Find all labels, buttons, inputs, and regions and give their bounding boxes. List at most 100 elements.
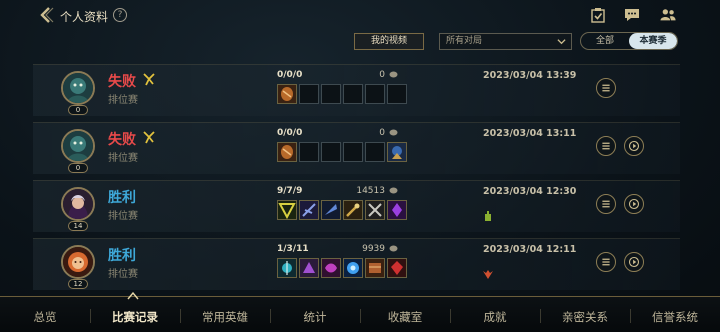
season-option-current[interactable]: 本赛季 [629, 33, 677, 49]
match-row[interactable]: 0 失败 排位赛 0/0/0 0 2023/03/04 13:11 [33, 122, 680, 174]
item-slot [365, 258, 385, 278]
item-slot [321, 142, 341, 162]
item-slot [299, 142, 319, 162]
tab-achievements[interactable]: 成就 [484, 309, 507, 325]
tab-common-champions[interactable]: 常用英雄 [202, 309, 248, 325]
gold-amount: 14513 [356, 186, 385, 196]
chat-bubble-icon[interactable] [624, 7, 640, 23]
item-slot [343, 84, 363, 104]
tab-divider [90, 309, 91, 323]
avatar [61, 245, 95, 279]
replay-play-icon[interactable] [624, 194, 644, 214]
gold-amount: 9939 [362, 244, 385, 254]
item-slots [277, 84, 407, 104]
item-slots [277, 200, 407, 220]
active-tab-marker-icon [127, 292, 139, 300]
match-date: 2023/03/04 12:11 [483, 244, 577, 255]
mvp-icon [143, 73, 155, 86]
item-slot [321, 84, 341, 104]
item-slot [365, 142, 385, 162]
tab-divider [450, 309, 451, 323]
kda: 1/3/11 [277, 244, 309, 254]
champion-level: 0 [68, 163, 88, 173]
item-slot [277, 258, 297, 278]
gold-icon [389, 245, 398, 252]
item-slots [277, 258, 407, 278]
details-list-icon[interactable] [596, 194, 616, 214]
back-arrow-icon[interactable] [38, 6, 54, 24]
match-result: 胜利 [108, 248, 136, 264]
mvp-icon [143, 131, 155, 144]
item-slot [321, 258, 341, 278]
tab-divider [540, 309, 541, 323]
item-slot [387, 142, 407, 162]
tab-divider [180, 309, 181, 323]
avatar [61, 129, 95, 163]
item-slot [387, 200, 407, 220]
game-mode: 排位赛 [108, 95, 138, 106]
item-slot [321, 200, 341, 220]
game-mode: 排位赛 [108, 153, 138, 164]
ward-badge-icon [485, 211, 491, 221]
match-date: 2023/03/04 13:11 [483, 128, 577, 139]
my-videos-button[interactable]: 我的视频 [354, 33, 424, 50]
gold-icon [389, 187, 398, 194]
help-icon[interactable]: ? [113, 8, 127, 22]
match-date: 2023/03/04 12:30 [483, 186, 577, 197]
gold-icon [389, 71, 398, 78]
replay-play-icon[interactable] [624, 252, 644, 272]
tab-divider [630, 309, 631, 323]
champion-level: 0 [68, 105, 88, 115]
item-slot [365, 84, 385, 104]
item-slot [277, 200, 297, 220]
match-result: 失败 [108, 74, 136, 90]
avatar [61, 71, 95, 105]
gold-amount: 0 [379, 128, 385, 138]
item-slot [299, 200, 319, 220]
kda: 0/0/0 [277, 70, 303, 80]
tab-statistics[interactable]: 统计 [304, 309, 327, 325]
tab-honor-system[interactable]: 信誉系统 [652, 309, 698, 325]
champion-badge-icon [483, 270, 493, 279]
kda: 9/7/9 [277, 186, 303, 196]
match-row[interactable]: 12 胜利 排位赛 1/3/11 9939 2023/03/04 12:11 [33, 238, 680, 290]
replay-play-icon[interactable] [624, 136, 644, 156]
match-type-dropdown[interactable]: 所有对局 [439, 33, 572, 50]
item-slot [299, 84, 319, 104]
chevron-down-icon [557, 39, 566, 45]
season-option-all[interactable]: 全部 [581, 33, 629, 49]
top-bar: 个人资料 ? [0, 0, 720, 30]
kda: 0/0/0 [277, 128, 303, 138]
tab-collection[interactable]: 收藏室 [388, 309, 423, 325]
game-mode: 排位赛 [108, 269, 138, 280]
champion-level: 12 [68, 279, 88, 289]
match-row[interactable]: 0 失败 排位赛 0/0/0 0 2023/03/04 13:39 [33, 64, 680, 116]
item-slot [387, 258, 407, 278]
season-toggle[interactable]: 全部 本赛季 [580, 32, 678, 50]
friends-icon[interactable] [660, 7, 676, 23]
details-list-icon[interactable] [596, 252, 616, 272]
match-row[interactable]: 14 胜利 排位赛 9/7/9 14513 2023/03/04 12:30 [33, 180, 680, 232]
page-title: 个人资料 [60, 10, 109, 24]
item-slot [387, 84, 407, 104]
match-result: 失败 [108, 132, 136, 148]
details-list-icon[interactable] [596, 78, 616, 98]
item-slots [277, 142, 407, 162]
bottom-nav: 总览 比赛记录 常用英雄 统计 收藏室 成就 亲密关系 信誉系统 [0, 296, 720, 332]
match-result: 胜利 [108, 190, 136, 206]
champion-level: 14 [68, 221, 88, 231]
item-slot [277, 84, 297, 104]
details-list-icon[interactable] [596, 136, 616, 156]
match-type-value: 所有对局 [446, 36, 483, 46]
tab-match-history[interactable]: 比赛记录 [112, 309, 158, 325]
clipboard-check-icon[interactable] [590, 7, 606, 23]
tab-divider [360, 309, 361, 323]
tab-overview[interactable]: 总览 [34, 309, 57, 325]
item-slot [343, 258, 363, 278]
item-slot [277, 142, 297, 162]
item-slot [343, 200, 363, 220]
tab-relationships[interactable]: 亲密关系 [562, 309, 608, 325]
game-mode: 排位赛 [108, 211, 138, 222]
tab-divider [270, 309, 271, 323]
gold-icon [389, 129, 398, 136]
